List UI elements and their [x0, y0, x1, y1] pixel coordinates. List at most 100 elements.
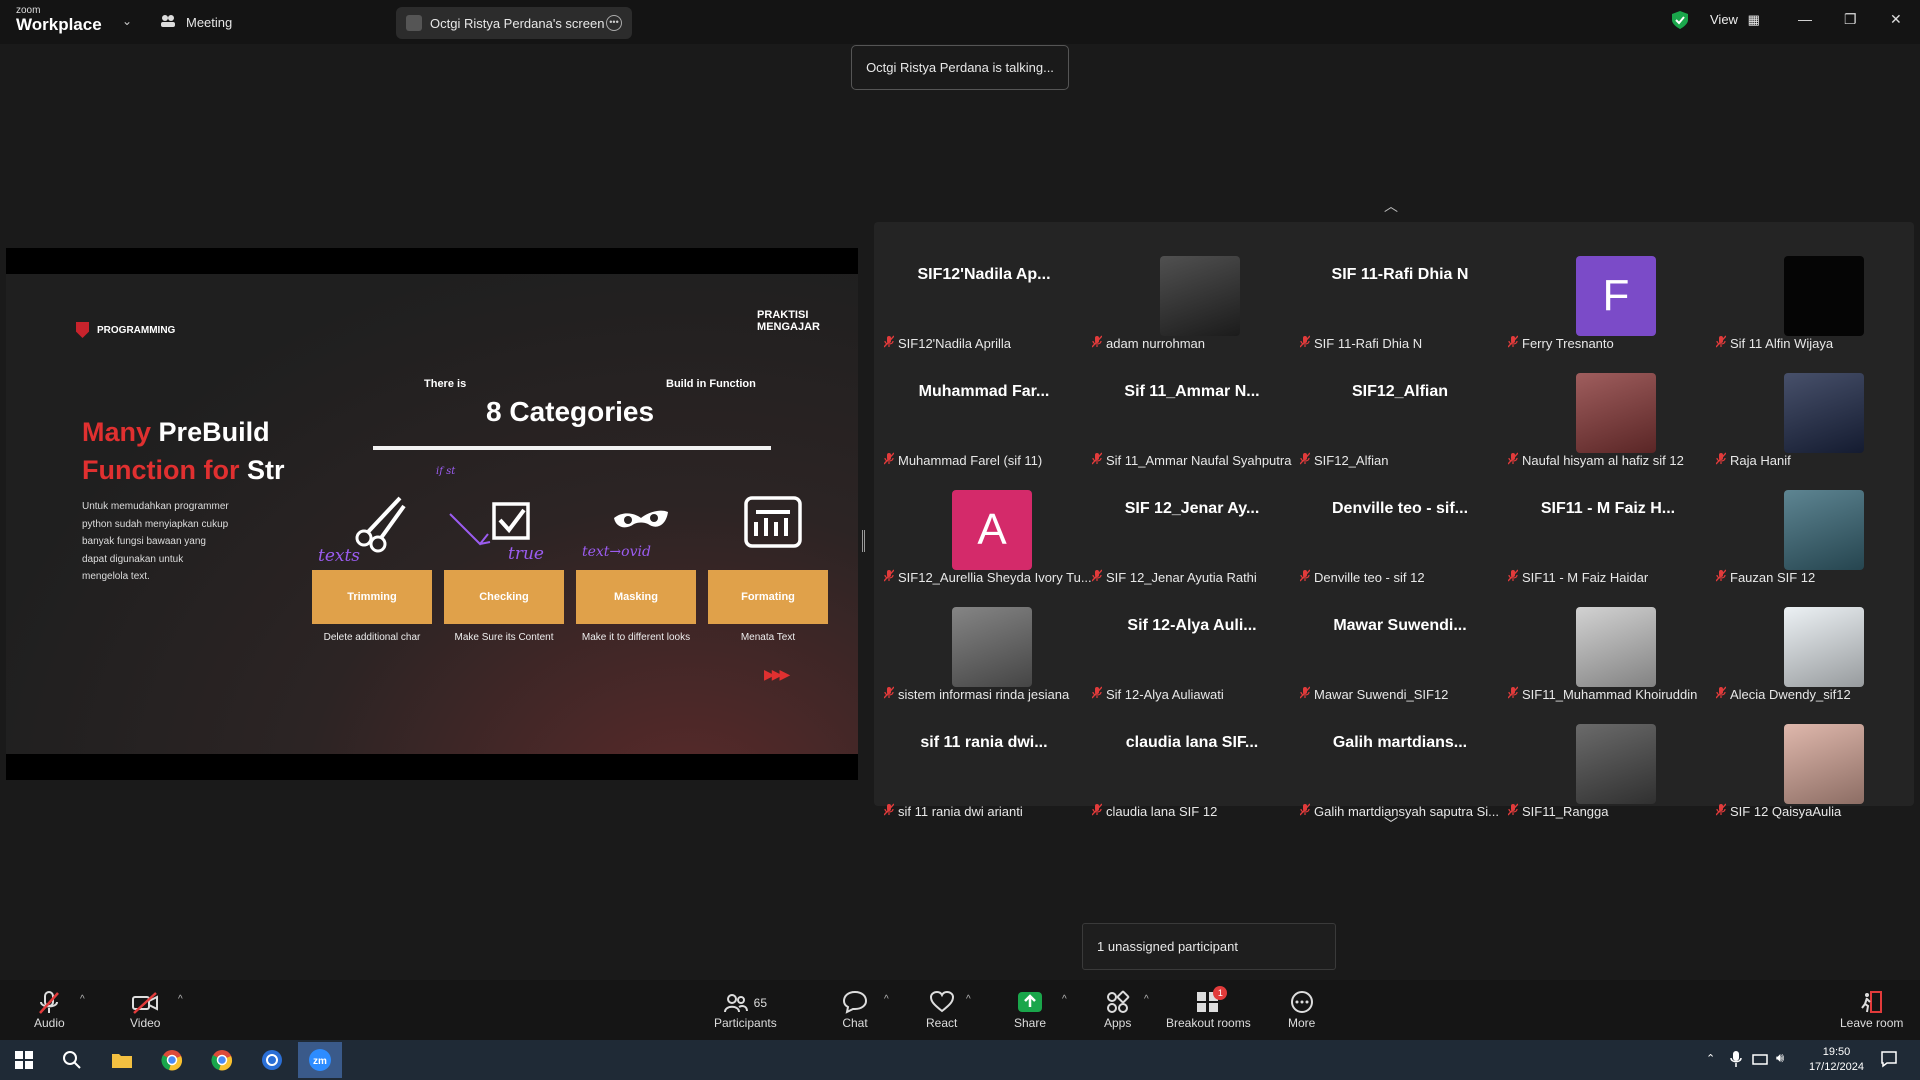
participant-tile[interactable]: SIF 12_Jenar Ay... SIF 12_Jenar Ayutia Ra… — [1088, 472, 1296, 589]
participant-name: SIF12'Nadila Aprilla — [898, 335, 1012, 351]
apps-icon — [1105, 990, 1131, 1016]
participant-avatar — [1784, 373, 1864, 453]
react-options-caret-icon[interactable]: ^ — [966, 994, 971, 1005]
tray-volume-icon[interactable]: 🔊︎ — [1776, 1050, 1784, 1066]
taskbar-clock[interactable]: 19:50 17/12/2024 — [1809, 1045, 1864, 1075]
participant-tile[interactable]: Sif 12-Alya Auli... Sif 12-Alya Auliawati — [1088, 589, 1296, 706]
participant-display-name: SIF12_Alfian — [1351, 383, 1449, 400]
participant-display-name: Mawar Suwendi... — [1333, 617, 1467, 634]
participant-display-name: Muhammad Far... — [918, 383, 1050, 400]
participant-tile[interactable]: F Ferry Tresnanto — [1504, 238, 1712, 355]
share-screen-icon — [1017, 990, 1043, 1016]
praktisi-mengajar-logo: PRAKTISI MENGAJAR — [757, 309, 820, 333]
react-button[interactable]: React — [926, 990, 957, 1030]
participant-tile[interactable]: Raja Hanif — [1712, 355, 1920, 472]
participant-tile[interactable]: Sif 11_Ammar N... Sif 11_Ammar Naufal Sya… — [1088, 355, 1296, 472]
gallery-up-icon[interactable]: ︿ — [1384, 196, 1398, 216]
logo-line-2: MENGAJAR — [757, 320, 820, 333]
participant-tile[interactable]: SIF12_Alfian SIF12_Alfian — [1296, 355, 1504, 472]
muted-mic-icon — [883, 803, 895, 819]
participant-tile[interactable]: adam nurrohman — [1088, 238, 1296, 355]
participant-name: Fauzan SIF 12 — [1730, 569, 1816, 585]
participant-tile[interactable]: SIF11_Rangga — [1504, 706, 1712, 823]
audio-button[interactable]: Audio — [34, 990, 65, 1030]
share-button[interactable]: Share — [1014, 990, 1046, 1030]
zoom-taskbar-icon[interactable]: zm — [298, 1042, 342, 1078]
participant-tile[interactable]: A SIF12_Aurellia Sheyda Ivory Tu... — [880, 472, 1092, 589]
notification-icon[interactable] — [1880, 1050, 1898, 1073]
category-caption: Delete additional char — [323, 632, 421, 643]
more-options-icon[interactable]: ••• — [606, 15, 622, 31]
participant-tile[interactable]: Mawar Suwendi... Mawar Suwendi_SIF12 — [1296, 589, 1504, 706]
participant-tile[interactable]: SIF12'Nadila Ap... SIF12'Nadila Aprilla — [880, 238, 1088, 355]
maximize-icon[interactable]: ❐ — [1844, 11, 1857, 28]
participant-avatar — [952, 607, 1032, 687]
slide-brand-text: PROGRAMMING — [97, 324, 176, 336]
participants-button[interactable]: 65 Participants — [714, 990, 777, 1030]
participant-name-label: Denville teo - sif 12 — [1299, 569, 1425, 585]
audio-options-caret-icon[interactable]: ^ — [80, 994, 85, 1005]
react-label: React — [926, 1016, 958, 1030]
unassigned-participant-popup[interactable]: 1 unassigned participant — [1082, 923, 1336, 970]
breakout-rooms-button[interactable]: 1 Breakout rooms — [1166, 986, 1251, 1030]
gallery-down-icon[interactable]: ﹀ — [1384, 814, 1398, 834]
participant-name-label: Raja Hanif — [1715, 452, 1791, 468]
participant-name: sif 11 rania dwi arianti — [898, 803, 1023, 819]
participant-tile[interactable]: sif 11 rania dwi... sif 11 rania dwi aria… — [880, 706, 1088, 823]
participant-name-label: claudia lana SIF 12 — [1091, 803, 1217, 819]
participant-tile[interactable]: Naufal hisyam al hafiz sif 12 — [1504, 355, 1712, 472]
category-masking: Masking — [576, 570, 696, 624]
participant-tile[interactable]: Denville teo - sif... Denville teo - sif … — [1296, 472, 1504, 589]
chrome-profile-icon[interactable] — [202, 1044, 242, 1076]
chat-button[interactable]: Chat — [842, 990, 868, 1030]
more-button[interactable]: More — [1288, 990, 1315, 1030]
muted-mic-icon — [1299, 569, 1311, 585]
file-explorer-icon[interactable] — [102, 1044, 142, 1076]
muted-mic-icon — [1091, 803, 1103, 819]
close-icon[interactable]: ✕ — [1890, 11, 1902, 28]
screen-share-label: Octgi Ristya Perdana's screen — [430, 15, 605, 31]
participant-display-name: Sif 11_Ammar N... — [1124, 383, 1260, 400]
view-button[interactable]: View ▦ — [1710, 12, 1760, 28]
logo-line-1: PRAKTISI — [757, 309, 809, 321]
participant-tile[interactable]: Alecia Dwendy_sif12 — [1712, 589, 1920, 706]
participant-name: SIF11_Muhammad Khoiruddin — [1522, 686, 1698, 702]
chevron-down-icon[interactable]: ⌄ — [122, 14, 132, 28]
tray-network-icon[interactable] — [1752, 1051, 1768, 1072]
participant-tile[interactable]: sistem informasi rinda jesiana — [880, 589, 1088, 706]
participant-tile[interactable]: claudia lana SIF... claudia lana SIF 12 — [1088, 706, 1296, 823]
screen-share-tab[interactable]: Octgi Ristya Perdana's screen ••• — [396, 7, 632, 39]
browser-icon[interactable] — [252, 1044, 292, 1076]
participant-avatar: F — [1576, 256, 1656, 336]
muted-mic-icon — [1299, 452, 1311, 468]
chat-options-caret-icon[interactable]: ^ — [884, 994, 889, 1005]
participant-tile[interactable]: Muhammad Far... Muhammad Farel (sif 11) — [880, 355, 1088, 472]
apps-options-caret-icon[interactable]: ^ — [1144, 994, 1149, 1005]
meeting-tab[interactable]: Meeting — [160, 10, 232, 34]
participant-tile[interactable]: SIF11_Muhammad Khoiruddin — [1504, 589, 1712, 706]
leave-room-button[interactable]: Leave room — [1840, 990, 1903, 1030]
participant-tile[interactable]: SIF11 - M Faiz H... SIF11 - M Faiz Haidar — [1504, 472, 1712, 589]
video-button[interactable]: Video — [130, 990, 160, 1030]
participant-tile[interactable]: SIF 11-Rafi Dhia N SIF 11-Rafi Dhia N — [1296, 238, 1504, 355]
share-options-caret-icon[interactable]: ^ — [1062, 994, 1067, 1005]
chrome-icon[interactable] — [152, 1044, 192, 1076]
resize-handle[interactable] — [862, 530, 865, 552]
participant-tile[interactable]: SIF 12 QaisyaAulia — [1712, 706, 1920, 823]
participant-display-name: SIF 12_Jenar Ay... — [1124, 500, 1260, 517]
tray-chevron-icon[interactable]: ⌃ — [1706, 1052, 1715, 1065]
zoom-logo: zoom Workplace — [16, 6, 102, 34]
participant-tile[interactable]: Sif 11 Alfin Wijaya — [1712, 238, 1920, 355]
participant-avatar — [1576, 373, 1656, 453]
participant-name: SIF12_Aurellia Sheyda Ivory Tu... — [898, 569, 1092, 585]
video-options-caret-icon[interactable]: ^ — [178, 994, 183, 1005]
participant-tile[interactable]: Fauzan SIF 12 — [1712, 472, 1920, 589]
security-shield-icon[interactable] — [1672, 11, 1688, 34]
windows-start-icon[interactable] — [4, 1044, 44, 1076]
presenter-avatar-icon — [406, 15, 422, 31]
participant-tile[interactable]: Galih martdians... Galih martdiansyah sap… — [1296, 706, 1504, 823]
clock-date: 17/12/2024 — [1808, 1061, 1864, 1073]
minimize-icon[interactable]: — — [1798, 11, 1812, 27]
search-icon[interactable] — [52, 1044, 92, 1076]
apps-button[interactable]: Apps — [1104, 990, 1131, 1030]
